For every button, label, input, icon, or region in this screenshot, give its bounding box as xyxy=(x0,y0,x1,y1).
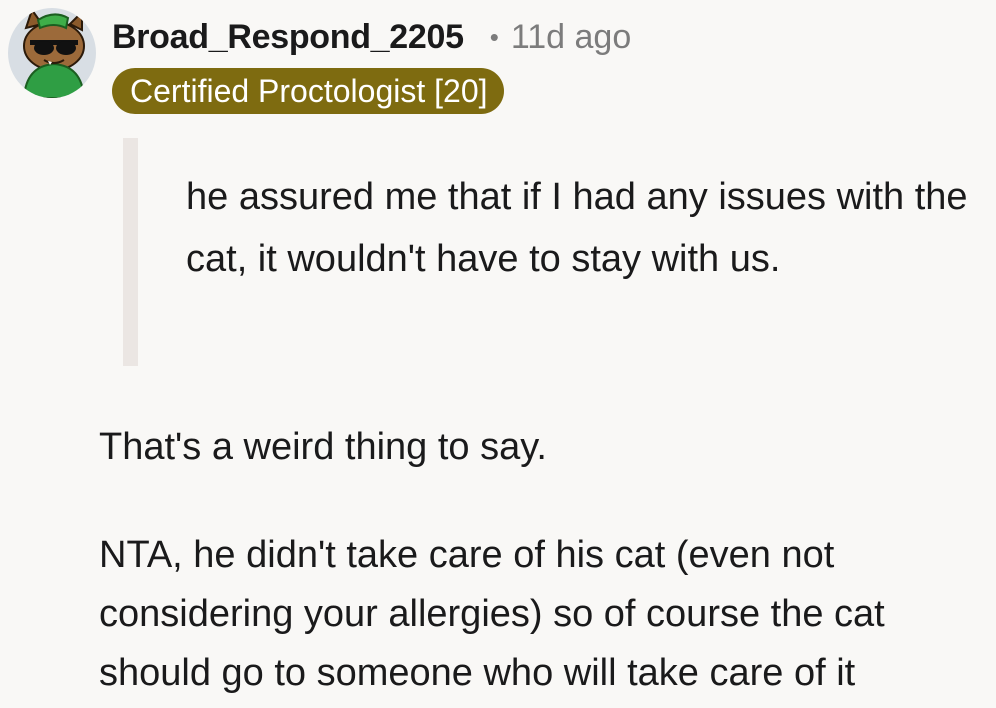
username-link[interactable]: Broad_Respond_2205 xyxy=(112,18,464,57)
comment-paragraph: NTA, he didn't take care of his cat (eve… xyxy=(99,534,885,694)
timestamp[interactable]: 11d ago xyxy=(511,18,631,57)
user-flair: Certified Proctologist [20] xyxy=(112,68,504,114)
quote-text: he assured me that if I had any issues w… xyxy=(186,176,968,280)
quote-bar xyxy=(123,138,138,366)
avatar[interactable] xyxy=(8,8,96,98)
comment-meta: Broad_Respond_2205 • 11d ago xyxy=(112,12,631,62)
comment-paragraph: That's a weird thing to say. xyxy=(99,426,547,468)
snoo-avatar-icon xyxy=(22,8,86,98)
separator-dot: • xyxy=(489,21,499,52)
comment: Broad_Respond_2205 • 11d ago Certified P… xyxy=(0,0,996,708)
blockquote: he assured me that if I had any issues w… xyxy=(123,138,968,366)
